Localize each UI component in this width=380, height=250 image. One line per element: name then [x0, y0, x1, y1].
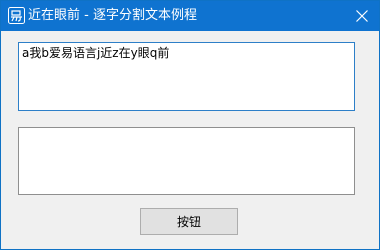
app-window: 近在眼前 - 逐字分割文本例程 a我b爱易语言j近z在y眼q前 按钮 [0, 0, 380, 250]
action-button-label: 按钮 [176, 215, 201, 229]
app-logo-icon [8, 7, 25, 24]
source-text-editbox[interactable]: a我b爱易语言j近z在y眼q前 [18, 42, 355, 111]
close-button[interactable] [345, 1, 379, 31]
title-bar[interactable]: 近在眼前 - 逐字分割文本例程 [1, 1, 379, 31]
close-icon [356, 10, 368, 22]
result-text-editbox[interactable] [18, 127, 355, 195]
window-title: 近在眼前 - 逐字分割文本例程 [28, 8, 197, 23]
action-button[interactable]: 按钮 [140, 208, 238, 235]
